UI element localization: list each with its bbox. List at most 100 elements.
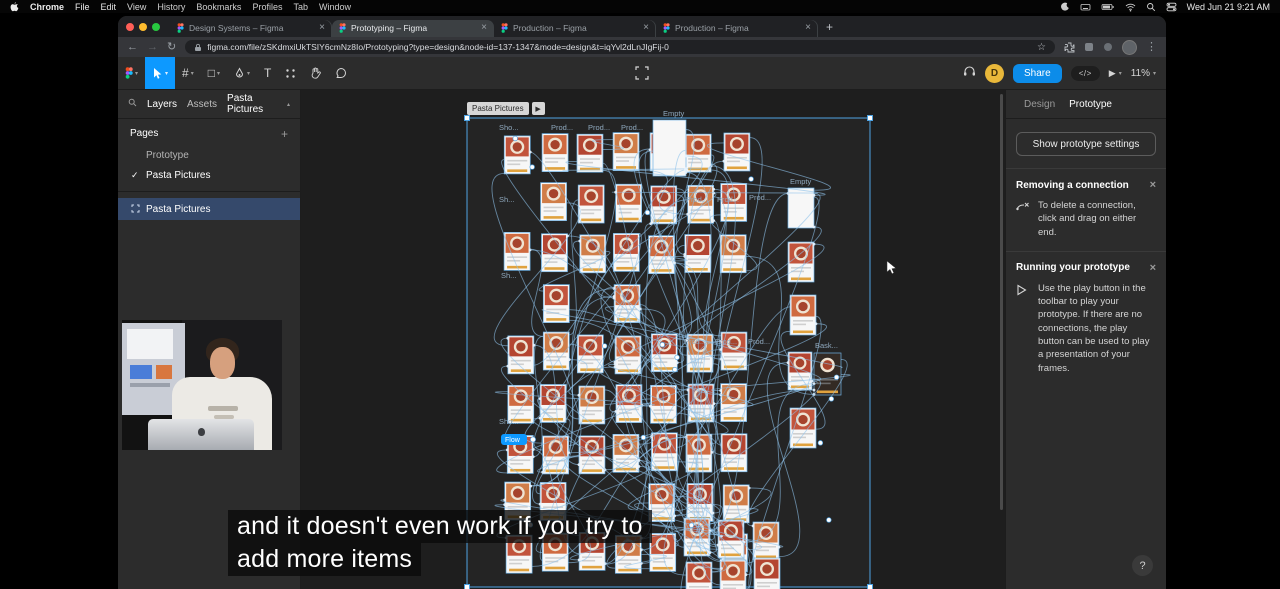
connection-handle[interactable] bbox=[659, 342, 665, 348]
canvas-frame[interactable] bbox=[615, 183, 643, 223]
moon-icon[interactable] bbox=[1060, 2, 1070, 12]
zoom-menu[interactable]: 11% ▾ bbox=[1131, 68, 1156, 79]
canvas-frame[interactable] bbox=[684, 133, 712, 173]
canvas-frame[interactable] bbox=[507, 335, 535, 375]
keyboard-icon[interactable] bbox=[1080, 2, 1091, 12]
zoom-window-button[interactable] bbox=[152, 22, 160, 31]
frame-tool-button[interactable]: # ▾ bbox=[175, 57, 201, 89]
connection-handle[interactable] bbox=[828, 396, 835, 402]
tab-prototype[interactable]: Prototype bbox=[1069, 99, 1112, 110]
selection-handle[interactable] bbox=[464, 584, 470, 589]
layer-row-section[interactable]: Pasta Pictures bbox=[118, 198, 300, 220]
menu-history[interactable]: History bbox=[157, 2, 185, 12]
selection-handle[interactable] bbox=[867, 115, 873, 121]
canvas-frame[interactable] bbox=[753, 557, 781, 589]
menu-tab[interactable]: Tab bbox=[293, 2, 308, 12]
selection-handle[interactable] bbox=[867, 584, 873, 589]
canvas-frame[interactable] bbox=[649, 533, 677, 572]
close-icon[interactable]: × bbox=[1150, 179, 1156, 191]
resources-tool-button[interactable] bbox=[278, 57, 303, 89]
hand-tool-button[interactable] bbox=[303, 57, 328, 89]
reload-icon[interactable]: ↻ bbox=[167, 41, 176, 53]
canvas-frame[interactable] bbox=[717, 519, 745, 559]
canvas-frame[interactable] bbox=[612, 433, 640, 473]
canvas-frame[interactable] bbox=[652, 119, 687, 177]
tab-close-icon[interactable]: × bbox=[805, 23, 811, 33]
canvas-frame[interactable] bbox=[503, 232, 531, 271]
wifi-icon[interactable] bbox=[1125, 2, 1136, 12]
selection-handle[interactable] bbox=[464, 115, 470, 121]
connection-handle[interactable] bbox=[529, 164, 535, 170]
menu-window[interactable]: Window bbox=[319, 2, 351, 12]
menubar-app-name[interactable]: Chrome bbox=[30, 2, 64, 12]
pen-tool-button[interactable]: ▾ bbox=[227, 57, 257, 89]
apple-logo-icon[interactable] bbox=[10, 1, 19, 12]
canvas-frame[interactable] bbox=[577, 184, 605, 224]
user-avatar[interactable]: D bbox=[985, 63, 1004, 83]
canvas-frame[interactable] bbox=[612, 132, 640, 171]
chrome-menu-kebab-icon[interactable]: ⋮ bbox=[1146, 41, 1157, 53]
canvas-frame[interactable] bbox=[720, 433, 748, 473]
section-play-flow-icon[interactable]: ▶ bbox=[531, 102, 545, 115]
extension-icon[interactable] bbox=[1084, 42, 1094, 52]
tab-close-icon[interactable]: × bbox=[643, 23, 649, 33]
add-page-button[interactable]: + bbox=[281, 128, 288, 140]
tab-design[interactable]: Design bbox=[1024, 99, 1055, 110]
close-icon[interactable]: × bbox=[1150, 262, 1156, 274]
chrome-profile-avatar[interactable] bbox=[1122, 39, 1137, 55]
connection-handle[interactable] bbox=[688, 522, 695, 528]
canvas-frame[interactable] bbox=[723, 132, 751, 172]
connection-handle[interactable] bbox=[601, 343, 608, 349]
extension-puzzle-icon[interactable] bbox=[1064, 42, 1075, 53]
connection-handle[interactable] bbox=[674, 354, 680, 361]
shape-tool-button[interactable]: □ ▾ bbox=[201, 57, 227, 89]
menu-file[interactable]: File bbox=[75, 2, 90, 12]
connection-handle[interactable] bbox=[640, 434, 647, 441]
canvas-frame[interactable] bbox=[540, 182, 567, 221]
connection-handle[interactable] bbox=[748, 176, 754, 182]
close-window-button[interactable] bbox=[126, 22, 134, 31]
back-icon[interactable]: ← bbox=[127, 41, 138, 53]
canvas-frame[interactable] bbox=[789, 294, 817, 336]
menu-bookmarks[interactable]: Bookmarks bbox=[196, 2, 241, 12]
menu-profiles[interactable]: Profiles bbox=[252, 2, 282, 12]
canvas-frame[interactable] bbox=[787, 187, 815, 229]
menubar-clock[interactable]: Wed Jun 21 9:21 AM bbox=[1187, 2, 1270, 12]
new-tab-button[interactable]: + bbox=[826, 20, 833, 34]
extension-icon[interactable] bbox=[1103, 42, 1113, 52]
show-prototype-settings-button[interactable]: Show prototype settings bbox=[1016, 132, 1156, 156]
canvas-scrollbar[interactable] bbox=[1000, 94, 1003, 510]
tab-assets[interactable]: Assets bbox=[187, 99, 217, 110]
forward-icon[interactable]: → bbox=[147, 41, 158, 53]
menu-edit[interactable]: Edit bbox=[101, 2, 117, 12]
address-bar[interactable]: figma.com/file/zSKdmxiUkTSIY6cmNz8Io/Pro… bbox=[185, 40, 1055, 54]
connection-handle[interactable] bbox=[644, 209, 651, 216]
canvas-frame[interactable] bbox=[503, 135, 531, 175]
dev-mode-toggle[interactable]: </> bbox=[1070, 65, 1100, 81]
minimize-window-button[interactable] bbox=[139, 22, 147, 31]
connection-handle[interactable] bbox=[817, 440, 824, 446]
figma-main-menu-button[interactable]: ▾ bbox=[118, 57, 145, 89]
present-button[interactable]: ▶ ▾ bbox=[1109, 68, 1122, 79]
section-title[interactable]: Pasta Pictures bbox=[467, 102, 529, 115]
browser-tab-production-1[interactable]: Production – Figma × bbox=[494, 20, 656, 37]
page-item-prototype[interactable]: Prototype bbox=[118, 145, 300, 165]
text-tool-button[interactable]: T bbox=[257, 57, 278, 89]
control-center-icon[interactable] bbox=[1166, 2, 1177, 12]
connection-handle[interactable] bbox=[512, 135, 518, 142]
canvas-mode-icon[interactable] bbox=[635, 57, 649, 89]
huddle-headphones-icon[interactable] bbox=[963, 64, 976, 82]
share-button[interactable]: Share bbox=[1013, 63, 1062, 83]
browser-tab-design-systems[interactable]: Design Systems – Figma × bbox=[170, 20, 332, 37]
move-tool-button[interactable]: ▾ bbox=[145, 57, 176, 89]
current-page-tab[interactable]: Pasta Pictures ▴ bbox=[227, 93, 290, 115]
bookmark-star-icon[interactable]: ☆ bbox=[1037, 42, 1046, 53]
tab-close-icon[interactable]: × bbox=[319, 23, 325, 33]
canvas-frame[interactable] bbox=[542, 284, 570, 323]
canvas-frame[interactable] bbox=[787, 241, 815, 283]
canvas-frame[interactable] bbox=[541, 133, 569, 172]
connection-handle[interactable] bbox=[672, 366, 678, 373]
battery-icon[interactable] bbox=[1101, 2, 1115, 12]
comment-tool-button[interactable] bbox=[328, 57, 354, 89]
browser-tab-prototyping[interactable]: Prototyping – Figma × bbox=[332, 19, 494, 37]
